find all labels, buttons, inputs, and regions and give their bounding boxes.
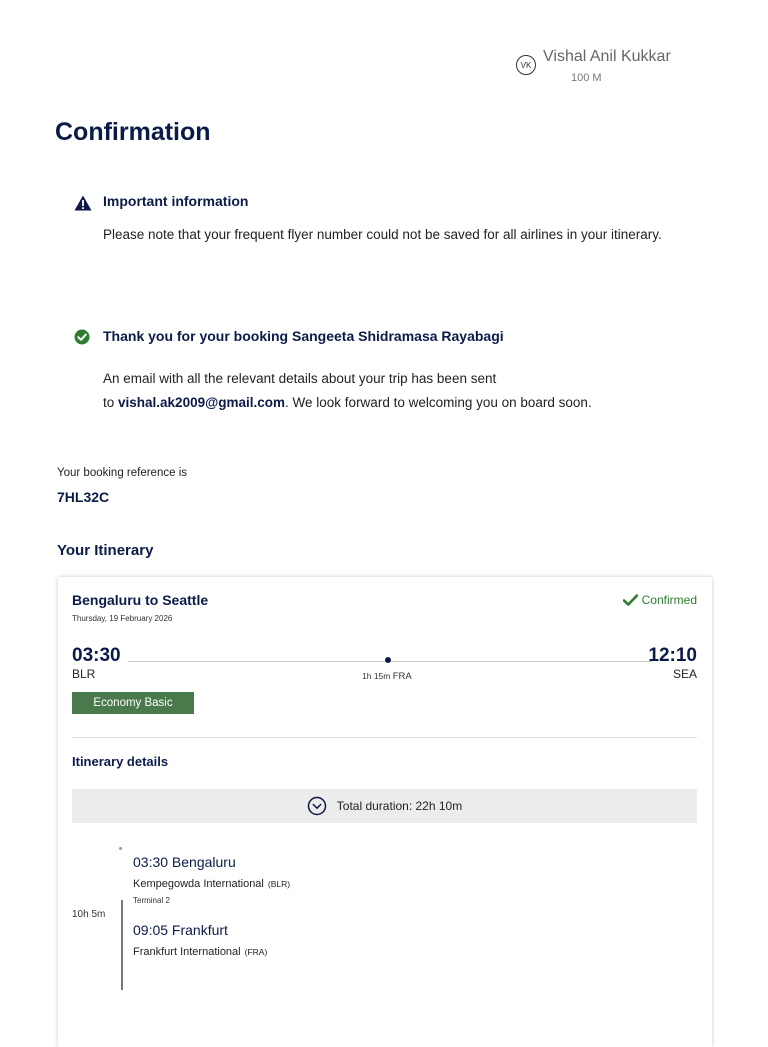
booking-success-title: Thank you for your booking Sangeeta Shid… [103,328,504,344]
arrival-airport-name: Frankfurt International [133,946,241,958]
itinerary-heading: Your Itinerary [57,542,154,559]
segment-departure-time: 03:30 Bengaluru [133,854,236,870]
stopover-duration: 1h 15m [362,671,391,681]
email-prefix-text: to [103,395,119,410]
booking-reference-label: Your booking reference is [57,467,187,479]
stopover-code: FRA [392,671,412,682]
departure-airport-code-small: (BLR) [267,879,291,889]
page-title: Confirmation [55,118,211,146]
status-badge: Confirmed [622,593,697,607]
segment-duration: 10h 5m [72,909,106,920]
booking-success-line-1: An email with all the relevant details a… [103,371,497,386]
flight-route: Bengaluru to Seattle [72,592,209,608]
arrival-airport-code-small: (FRA) [244,947,268,957]
booking-success-body: An email with all the relevant details a… [103,367,683,415]
arrival-time: 12:10 [648,645,697,666]
email-suffix-text: . We look forward to welcoming you on bo… [285,395,592,410]
itinerary-details-title: Itinerary details [72,754,169,769]
departure-airport-code: BLR [72,667,96,681]
user-name: Vishal Anil Kukkar [543,48,671,65]
booking-reference-code: 7HL32C [57,489,110,505]
warning-icon [74,195,92,211]
status-label: Confirmed [641,593,697,607]
booking-success-line-2: to vishal.ak2009@gmail.com. We look forw… [103,391,683,415]
total-duration-toggle[interactable]: Total duration: 22h 10m [72,789,697,823]
segment-timeline [121,900,123,990]
check-icon [622,594,638,606]
flight-card: Bengaluru to Seattle Thursday, 19 Februa… [58,577,712,1047]
check-circle-icon [74,329,90,345]
departure-airport-name: Kempegowda International [133,878,264,890]
segment-departure-airport: Kempegowda International (BLR) [133,878,290,890]
segment-departure-terminal: Terminal 2 [133,896,170,905]
avatar: VK [516,55,536,75]
departure-time: 03:30 [72,645,121,666]
fare-class-badge: Economy Basic [72,692,194,714]
user-points: 100 M [571,72,602,84]
segment-arrival-time: 09:05 Frankfurt [133,922,228,938]
important-information-body: Please note that your frequent flyer num… [103,227,662,242]
divider [72,737,697,738]
email-address: vishal.ak2009@gmail.com [118,395,286,410]
segment-start-dot [119,847,122,850]
important-information-title: Important information [103,193,249,209]
flight-date: Thursday, 19 February 2026 [72,614,173,623]
stopover-info: 1h 15m FRA [362,671,412,682]
segment-arrival-airport: Frankfurt International (FRA) [133,946,267,958]
stopover-dot [385,657,391,663]
chevron-down-circle-icon [307,796,327,816]
arrival-airport-code: SEA [672,667,697,681]
total-duration-label: Total duration: 22h 10m [336,799,463,813]
